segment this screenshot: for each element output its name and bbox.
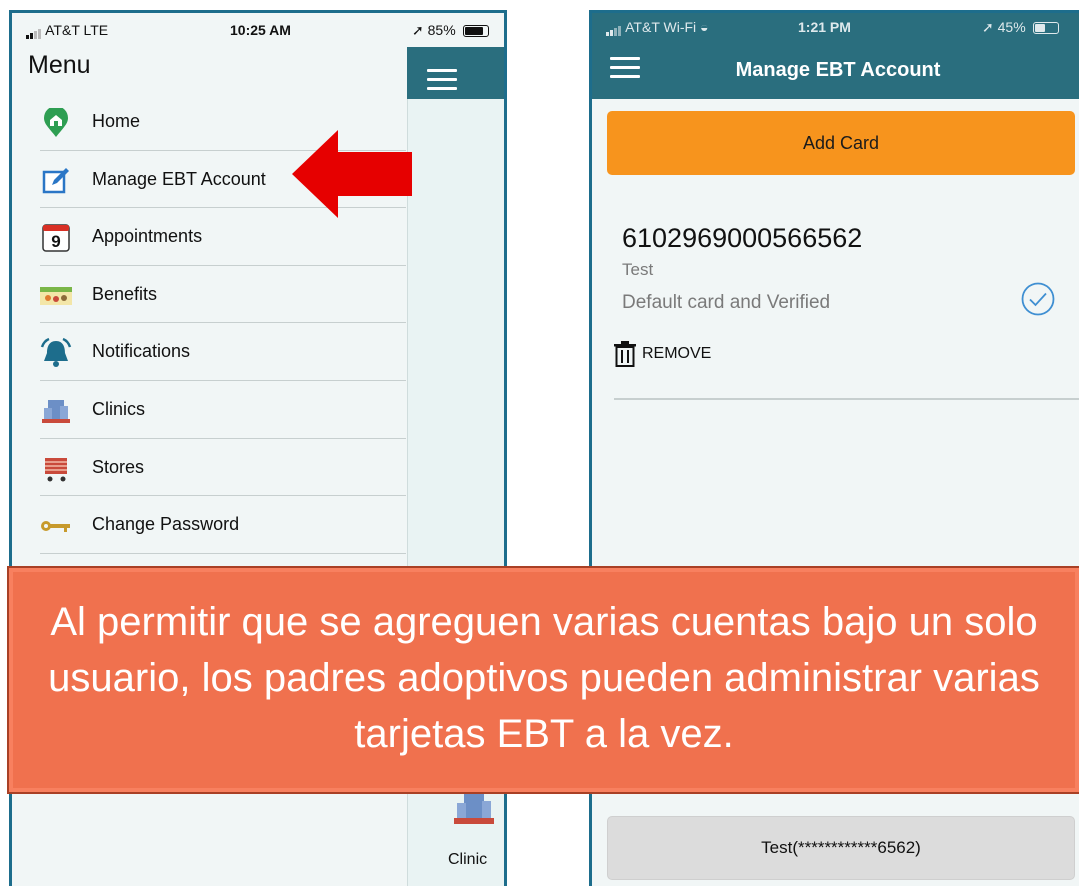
benefits-icon — [40, 280, 72, 312]
menu-item-label: Stores — [92, 456, 145, 477]
clinic-label: Clinic — [448, 851, 488, 868]
status-time: 10:25 AM — [230, 22, 291, 38]
red-arrow-pointer — [292, 130, 412, 218]
calendar-day: 9 — [51, 232, 61, 252]
carrier-status: AT&T LTE — [26, 22, 108, 40]
cart-icon — [40, 453, 72, 485]
battery-status: ➚ 45% — [982, 19, 1059, 36]
menu-item-label: Home — [92, 111, 141, 131]
card-number: 6102969000566562 — [622, 223, 863, 253]
menu-item-clinics[interactable]: Clinics — [40, 381, 406, 439]
menu-item-notifications[interactable]: Notifications — [40, 323, 406, 381]
status-bar: AT&T Wi-Fi ◒ 1:21 PM ➚ 45% — [592, 13, 1079, 43]
verified-check-icon[interactable] — [1020, 281, 1056, 317]
wifi-icon: ◒ — [700, 19, 709, 35]
selected-card-bar[interactable]: Test(************6562) — [607, 816, 1075, 880]
page-title: Manage EBT Account — [735, 59, 941, 81]
menu-item-label: Benefits — [92, 283, 158, 304]
key-icon — [40, 510, 72, 542]
menu-item-label: Manage EBT Account — [92, 168, 266, 189]
bell-icon — [40, 337, 72, 369]
trash-icon — [614, 341, 636, 367]
signal-icon — [26, 23, 42, 40]
clinic-icon — [40, 395, 72, 427]
status-time: 1:21 PM — [798, 19, 851, 35]
menu-title: Menu — [28, 51, 91, 79]
remove-card-button[interactable]: REMOVE — [614, 339, 711, 369]
hamburger-icon — [427, 69, 457, 90]
status-bar: AT&T LTE 10:25 AM ➚ 85% — [12, 13, 504, 47]
location-icon: ➚ — [412, 22, 424, 38]
menu-item-label: Clinics — [92, 398, 146, 419]
menu-item-stores[interactable]: Stores — [40, 439, 406, 497]
menu-item-change-password[interactable]: Change Password — [40, 496, 406, 554]
calendar-icon: 9 — [40, 222, 72, 254]
battery-status: ➚ 85% — [412, 22, 489, 39]
location-icon: ➚ — [982, 19, 994, 35]
card-status: Default card and Verified — [622, 292, 831, 313]
remove-label: REMOVE — [642, 345, 712, 362]
battery-icon — [1032, 22, 1059, 35]
menu-item-label: Notifications — [92, 341, 191, 362]
edit-icon — [40, 165, 72, 197]
add-card-button[interactable]: Add Card — [607, 111, 1075, 175]
menu-item-label: Appointments — [92, 226, 203, 247]
menu-toggle-button[interactable] — [407, 47, 504, 99]
signal-icon — [606, 20, 622, 37]
caption-text: Al permitir que se agreguen varias cuent… — [48, 600, 1040, 756]
card-name: Test — [622, 260, 654, 279]
menu-item-label: Change Password — [92, 514, 240, 535]
caption-banner: Al permitir que se agreguen varias cuent… — [7, 566, 1079, 794]
divider — [614, 398, 1079, 400]
home-icon — [40, 107, 72, 139]
clinic-icon — [454, 793, 494, 824]
menu-item-benefits[interactable]: Benefits — [40, 266, 406, 324]
app-header: AT&T Wi-Fi ◒ 1:21 PM ➚ 45% Manage EBT Ac… — [592, 13, 1079, 99]
carrier-status: AT&T Wi-Fi ◒ — [606, 19, 709, 37]
battery-icon — [462, 25, 489, 38]
